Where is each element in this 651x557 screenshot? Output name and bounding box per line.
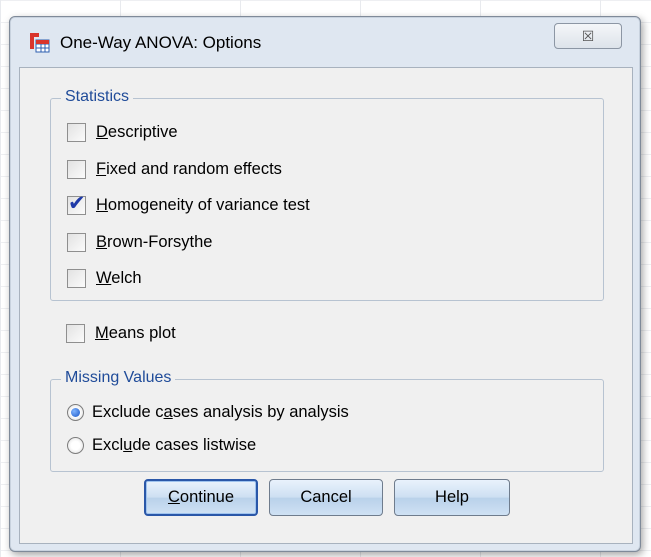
cancel-button[interactable]: Cancel	[269, 479, 383, 516]
statistics-legend: Statistics	[61, 88, 134, 106]
means-plot-checkbox[interactable]	[66, 324, 85, 343]
welch-label: Welch	[96, 269, 142, 287]
exclude-analysis-label: Exclude cases analysis by analysis	[92, 403, 349, 421]
descriptive-checkbox[interactable]	[67, 123, 86, 142]
homogeneity-checkbox[interactable]	[67, 191, 86, 215]
close-icon: ☒	[581, 27, 595, 44]
anova-app-icon	[30, 33, 50, 53]
fixed-random-effects-checkbox-row[interactable]: Fixed and random effects	[67, 160, 282, 179]
welch-checkbox-row[interactable]: Welch	[67, 269, 142, 288]
homogeneity-checkbox-row[interactable]: Homogeneity of variance test	[67, 191, 310, 215]
homogeneity-label: Homogeneity of variance test	[96, 196, 310, 214]
continue-button[interactable]: Continue	[144, 479, 258, 516]
descriptive-label: Descriptive	[96, 123, 178, 141]
exclude-analysis-radio[interactable]	[67, 404, 84, 421]
welch-checkbox[interactable]	[67, 269, 86, 288]
dialog-content: Statistics Descriptive Fixed and random …	[19, 67, 633, 544]
title-bar[interactable]: One-Way ANOVA: Options ☒	[10, 17, 640, 67]
statistics-group: Statistics Descriptive Fixed and random …	[50, 88, 604, 301]
dialog-title: One-Way ANOVA: Options	[60, 33, 262, 52]
brown-forsythe-label: Brown-Forsythe	[96, 233, 213, 251]
help-button[interactable]: Help	[394, 479, 510, 516]
brown-forsythe-checkbox[interactable]	[67, 233, 86, 252]
exclude-listwise-radio[interactable]	[67, 437, 84, 454]
fixed-random-effects-checkbox[interactable]	[67, 160, 86, 179]
means-plot-checkbox-row[interactable]: Means plot	[66, 324, 176, 343]
missing-values-legend: Missing Values	[61, 369, 176, 387]
exclude-listwise-radio-row[interactable]: Exclude cases listwise	[67, 436, 256, 455]
brown-forsythe-checkbox-row[interactable]: Brown-Forsythe	[67, 233, 212, 252]
means-plot-label: Means plot	[95, 324, 176, 342]
options-dialog: One-Way ANOVA: Options ☒ Statistics Desc…	[9, 16, 641, 552]
exclude-analysis-radio-row[interactable]: Exclude cases analysis by analysis	[67, 403, 349, 422]
exclude-listwise-label: Exclude cases listwise	[92, 436, 257, 454]
missing-values-group: Missing Values Exclude cases analysis by…	[50, 369, 604, 472]
fixed-random-effects-label: Fixed and random effects	[96, 160, 282, 178]
close-button[interactable]: ☒	[554, 23, 622, 49]
descriptive-checkbox-row[interactable]: Descriptive	[67, 123, 178, 142]
